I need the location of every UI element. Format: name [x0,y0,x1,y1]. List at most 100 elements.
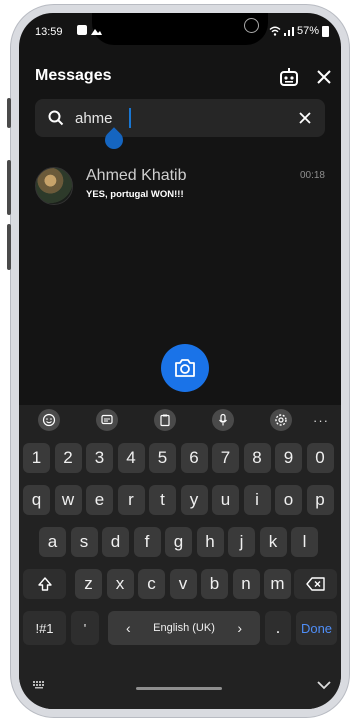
symbols-key[interactable]: !#1 [23,611,66,645]
key-m[interactable]: m [264,569,291,599]
language-next-arrow: › [237,620,242,636]
text-cursor [129,108,131,128]
camera-button[interactable] [161,344,209,392]
chat-list-item[interactable]: Ahmed Khatib YES, portugal WON!!! 00:18 [19,163,341,213]
hide-keyboard-icon[interactable] [317,681,331,690]
microphone-icon [219,413,227,426]
clipboard-icon [160,414,170,427]
key-e[interactable]: e [86,485,113,515]
key-6[interactable]: 6 [180,443,208,473]
key-s[interactable]: s [70,527,98,557]
letter-row-3: zxcvbnm [19,569,341,599]
close-button[interactable] [310,63,338,91]
key-z[interactable]: z [75,569,102,599]
camera-icon [175,359,195,377]
avatar [35,167,73,205]
status-bar: 13:59 57% [19,13,341,47]
key-g[interactable]: g [165,527,192,557]
emoji-icon [42,413,56,427]
key-2[interactable]: 2 [54,443,82,473]
key-u[interactable]: u [212,485,239,515]
keyboard: ··· 1234567890 qwertyuiop asdfghjkl zxcv… [19,405,341,709]
side-button [7,98,11,128]
key-h[interactable]: h [196,527,224,557]
done-key[interactable]: Done [296,611,337,645]
gallery-notification-icon [77,25,87,35]
key-5[interactable]: 5 [149,443,176,473]
key-o[interactable]: o [275,485,302,515]
key-0[interactable]: 0 [306,443,334,473]
sticker-button[interactable] [96,409,118,431]
number-row: 1234567890 [19,443,341,473]
emoji-button[interactable] [38,409,60,431]
home-indicator[interactable] [136,687,222,690]
side-button [7,224,11,270]
robot-icon [280,68,298,86]
key-f[interactable]: f [133,527,161,557]
keyboard-settings-button[interactable] [270,409,292,431]
shift-key[interactable] [23,569,66,599]
space-key[interactable]: ‹ English (UK) › [108,611,260,645]
key-1[interactable]: 1 [23,443,50,473]
voice-input-button[interactable] [212,409,234,431]
close-icon [299,112,311,124]
key-3[interactable]: 3 [86,443,113,473]
side-button [7,160,11,215]
key-y[interactable]: y [180,485,208,515]
key-7[interactable]: 7 [212,443,239,473]
key-b[interactable]: b [201,569,228,599]
key-8[interactable]: 8 [243,443,271,473]
search-bar[interactable]: ahme [35,99,325,137]
close-icon [317,70,331,84]
bot-button[interactable] [275,63,303,91]
keyboard-switch-icon[interactable] [33,681,45,689]
signal-icon [283,27,294,36]
key-9[interactable]: 9 [275,443,302,473]
key-4[interactable]: 4 [117,443,145,473]
key-d[interactable]: d [102,527,129,557]
contact-name: Ahmed Khatib [86,167,187,184]
clipboard-button[interactable] [154,409,176,431]
screen: 13:59 57% Messages ahme Ahmed Khatib YES… [19,13,341,709]
battery-icon [322,25,329,37]
battery-percentage: 57% [296,25,319,37]
backspace-icon [305,577,325,591]
letter-row-2: asdfghjkl [19,527,341,557]
key-t[interactable]: t [149,485,176,515]
key-c[interactable]: c [138,569,165,599]
key-i[interactable]: i [243,485,271,515]
key-p[interactable]: p [306,485,334,515]
backspace-key[interactable] [294,569,337,599]
page-title: Messages [35,67,112,84]
navigation-bar [19,667,341,709]
shift-icon [37,577,52,591]
search-icon [48,110,64,126]
period-key[interactable]: . [265,611,291,645]
key-w[interactable]: w [54,485,82,515]
key-k[interactable]: k [259,527,287,557]
comma-key[interactable]: ' [71,611,99,645]
language-prev-arrow: ‹ [126,620,131,636]
keyboard-toolbar: ··· [19,409,341,435]
message-time: 00:18 [299,170,325,181]
bottom-row: !#1 ' ‹ English (UK) › . Done [19,611,341,645]
message-preview: YES, portugal WON!!! [86,189,184,200]
key-q[interactable]: q [23,485,50,515]
more-options-button[interactable]: ··· [313,413,329,428]
language-label: English (UK) [153,622,215,634]
key-n[interactable]: n [232,569,260,599]
key-l[interactable]: l [291,527,318,557]
wifi-icon [269,26,281,36]
letter-row-1: qwertyuiop [19,485,341,515]
key-v[interactable]: v [169,569,197,599]
key-j[interactable]: j [228,527,255,557]
search-input[interactable]: ahme [75,110,113,127]
key-x[interactable]: x [106,569,134,599]
key-a[interactable]: a [39,527,66,557]
key-r[interactable]: r [117,485,145,515]
clear-search-button[interactable] [293,106,317,130]
photo-notification-icon [91,28,102,35]
gear-icon [275,414,287,426]
app-header: Messages [19,51,341,95]
status-time: 13:59 [35,26,63,38]
